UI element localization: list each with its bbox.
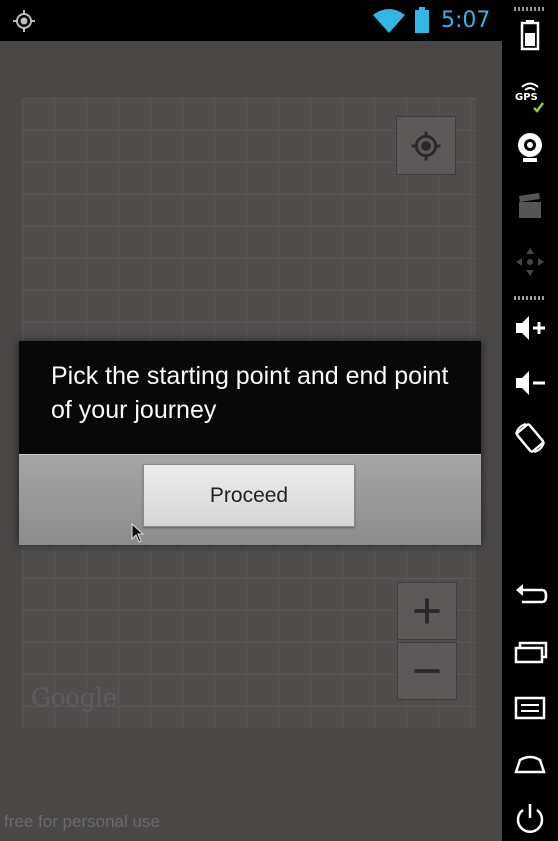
phone-screen: 5:07 Google free for personal use Pick t… — [0, 0, 502, 841]
zoom-in-icon — [414, 598, 440, 624]
volume-down-icon[interactable] — [512, 365, 548, 401]
my-location-icon — [411, 131, 441, 161]
battery-icon[interactable] — [512, 16, 548, 52]
zoom-out-button[interactable] — [397, 642, 457, 700]
power-icon[interactable] — [512, 800, 548, 836]
dpad-icon[interactable] — [512, 244, 548, 280]
volume-up-icon[interactable] — [512, 310, 548, 346]
emulator-sidebar: GPS — [502, 0, 558, 841]
gps-label: GPS — [515, 92, 538, 103]
menu-icon[interactable] — [512, 690, 548, 726]
home-icon[interactable] — [512, 744, 548, 780]
divider-dots — [514, 296, 546, 300]
back-icon[interactable] — [512, 578, 548, 614]
rotate-icon[interactable] — [512, 420, 548, 456]
recent-apps-icon[interactable] — [512, 634, 548, 670]
wifi-icon — [373, 9, 405, 33]
location-icon — [13, 10, 35, 32]
watermark-text: free for personal use — [4, 812, 160, 831]
gps-icon[interactable]: GPS — [512, 78, 548, 114]
proceed-button[interactable]: Proceed — [143, 464, 355, 527]
dialog-button-bar: Proceed — [19, 454, 481, 545]
my-location-button[interactable] — [396, 116, 456, 175]
video-icon[interactable] — [512, 188, 548, 224]
drag-handle[interactable] — [514, 7, 546, 11]
google-logo: Google — [31, 683, 117, 712]
mouse-cursor-icon — [131, 523, 145, 543]
zoom-in-button[interactable] — [397, 582, 457, 640]
clock: 5:07 — [441, 8, 491, 33]
alert-dialog: Pick the starting point and end point of… — [19, 341, 481, 545]
status-bar: 5:07 — [0, 0, 502, 41]
zoom-out-icon — [414, 669, 440, 673]
dialog-message-area: Pick the starting point and end point of… — [19, 341, 481, 454]
webcam-icon[interactable] — [512, 130, 548, 166]
battery-icon — [415, 7, 429, 33]
dialog-message: Pick the starting point and end point of… — [51, 362, 449, 424]
